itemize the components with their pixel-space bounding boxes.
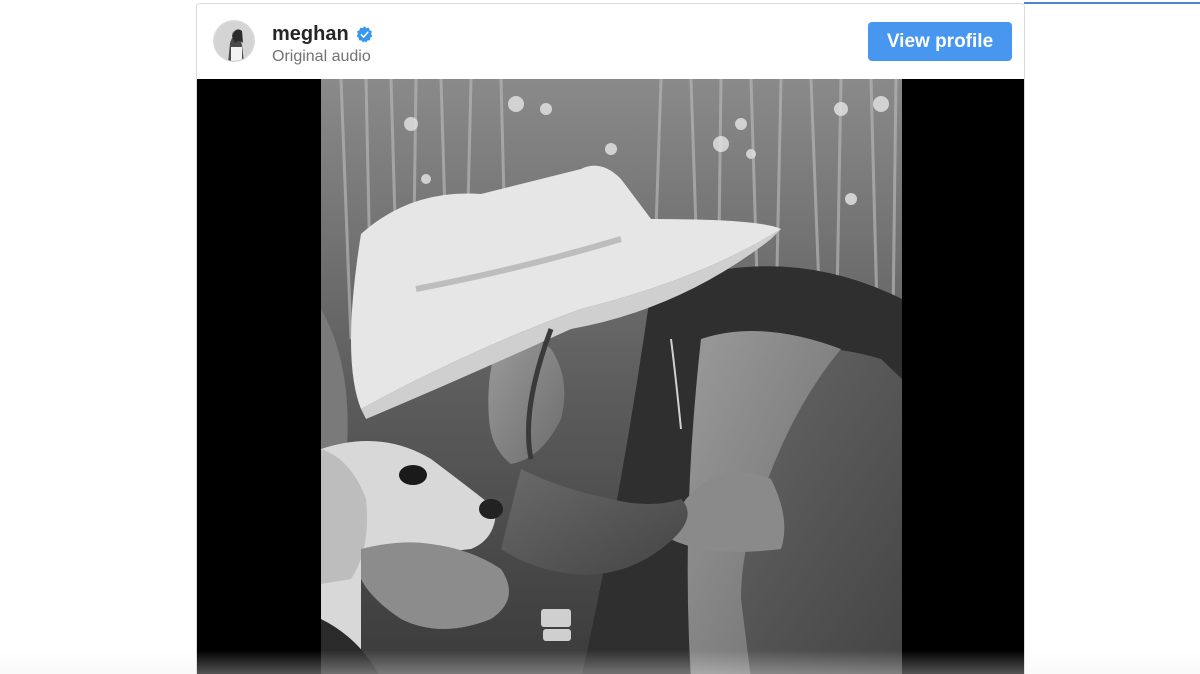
verified-badge-icon — [356, 25, 373, 43]
instagram-embed: meghan Original audio View profile — [196, 3, 1025, 674]
avatar[interactable] — [213, 20, 255, 62]
audio-subtitle[interactable]: Original audio — [272, 47, 373, 67]
username[interactable]: meghan — [272, 22, 349, 46]
media-container[interactable] — [197, 79, 1024, 674]
post-header: meghan Original audio View profile — [197, 4, 1024, 78]
top-divider — [1024, 2, 1200, 4]
user-info: meghan Original audio — [272, 22, 373, 67]
view-profile-button[interactable]: View profile — [868, 22, 1012, 61]
username-row: meghan — [272, 22, 373, 46]
post-photo[interactable] — [321, 79, 902, 674]
